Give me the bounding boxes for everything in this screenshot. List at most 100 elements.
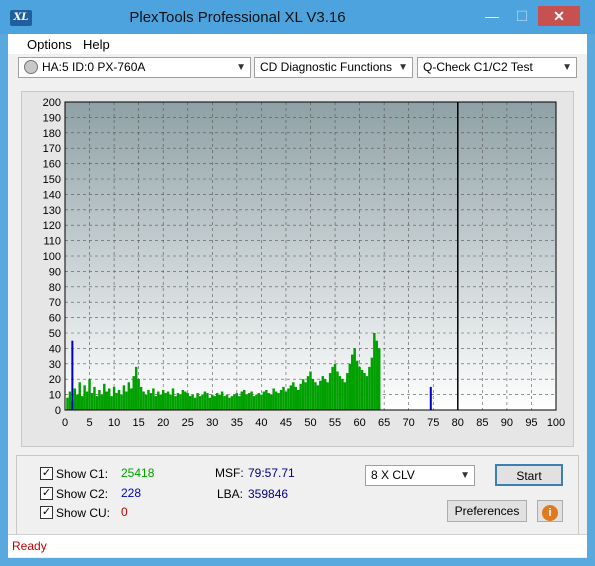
show-c1-checkbox[interactable]: ✓ <box>40 467 53 480</box>
y-tick-label: 170 <box>43 143 61 155</box>
c1-bar <box>262 391 266 410</box>
c1-bar <box>321 376 325 410</box>
preferences-button[interactable]: Preferences <box>447 500 527 522</box>
y-tick-label: 0 <box>55 405 61 417</box>
c1-bar <box>169 394 172 410</box>
x-tick-label: 15 <box>133 417 145 429</box>
status-bar: Ready <box>8 534 587 557</box>
c1-bar <box>355 360 359 410</box>
show-c2-checkbox[interactable]: ✓ <box>40 487 53 500</box>
x-tick-label: 60 <box>353 417 365 429</box>
c1-bar <box>338 376 342 410</box>
drive-select[interactable]: HA:5 ID:0 PX-760A ▼ <box>18 57 251 78</box>
y-tick-label: 120 <box>43 220 61 232</box>
speed-select[interactable]: 8 X CLV ▼ <box>365 465 475 486</box>
c1-count: 25418 <box>121 466 155 480</box>
x-tick-label: 70 <box>403 417 415 429</box>
c1-bar <box>154 396 158 410</box>
lba-label: LBA: <box>217 487 244 501</box>
x-tick-label: 85 <box>476 417 488 429</box>
function-select-value: CD Diagnostic Functions <box>260 60 393 74</box>
c1-bar <box>174 396 177 410</box>
c1-bar <box>306 376 310 410</box>
minimize-button[interactable]: — <box>478 6 506 26</box>
start-button[interactable]: Start <box>495 464 563 486</box>
c1-bar <box>230 396 234 410</box>
c1-bar <box>269 394 273 410</box>
c2-bar <box>429 386 432 410</box>
c1-bar <box>117 389 121 410</box>
c1-bar <box>203 391 207 410</box>
c1-bar <box>181 389 185 410</box>
c1-bar <box>201 394 204 410</box>
c1-bar <box>105 391 108 410</box>
c1-bar <box>284 391 288 410</box>
chevron-down-icon: ▼ <box>460 470 470 481</box>
show-cu-label: Show CU: <box>56 506 111 520</box>
c1-bar <box>83 385 86 410</box>
c1-bar <box>213 396 216 410</box>
title-bar[interactable]: XL PlexTools Professional XL V3.16 — ☐ ✕ <box>0 0 595 34</box>
c1-bar <box>161 389 165 410</box>
c1-bar <box>353 348 356 410</box>
y-tick-label: 10 <box>49 390 61 402</box>
c1-bar <box>225 394 229 410</box>
x-tick-label: 75 <box>427 417 439 429</box>
maximize-button[interactable]: ☐ <box>508 6 536 26</box>
c1-bar <box>233 394 236 410</box>
drive-icon <box>24 60 38 74</box>
c1-bar <box>358 366 361 410</box>
y-tick-label: 140 <box>43 189 61 201</box>
msf-value: 79:57.71 <box>248 466 295 480</box>
c1-bar <box>348 363 352 410</box>
c1-bar <box>220 391 224 410</box>
x-tick-label: 10 <box>108 417 120 429</box>
lba-value: 359846 <box>248 487 289 501</box>
c1-bar <box>122 385 126 410</box>
c1-bar <box>76 394 79 410</box>
window-title: PlexTools Professional XL V3.16 <box>129 9 346 26</box>
show-c1-label: Show C1: <box>56 467 109 481</box>
c1-bar <box>223 396 226 410</box>
c1-bar <box>93 386 96 410</box>
c1-bar <box>252 396 256 410</box>
chevron-down-icon: ▼ <box>398 62 408 73</box>
y-tick-label: 200 <box>43 97 61 109</box>
c1-bar <box>294 386 297 410</box>
menu-options[interactable]: Options <box>27 37 72 52</box>
c1-bar <box>336 371 339 410</box>
y-tick-label: 150 <box>43 174 61 186</box>
c1-bar <box>228 397 231 410</box>
c1-bar <box>215 393 219 410</box>
function-select[interactable]: CD Diagnostic Functions ▼ <box>254 57 413 78</box>
x-tick-label: 50 <box>304 417 316 429</box>
show-cu-checkbox[interactable]: ✓ <box>40 506 53 519</box>
c1-bar <box>257 393 261 410</box>
c1-bar <box>238 396 241 410</box>
menu-help[interactable]: Help <box>83 37 110 52</box>
c1-bar <box>191 394 194 410</box>
c1-bar <box>166 391 170 410</box>
info-icon: i <box>542 505 558 521</box>
c1-bar <box>80 396 84 410</box>
c1-bar <box>107 388 111 410</box>
y-tick-label: 30 <box>49 359 61 371</box>
info-button[interactable]: i <box>537 500 563 522</box>
c1-bar <box>188 396 192 410</box>
close-button[interactable]: ✕ <box>538 6 580 26</box>
y-tick-label: 110 <box>43 236 61 248</box>
test-select[interactable]: Q-Check C1/C2 Test ▼ <box>417 57 577 78</box>
c1-bar <box>125 391 128 410</box>
c1-bar <box>324 379 327 410</box>
y-tick-label: 20 <box>49 374 61 386</box>
c1-bar <box>265 389 268 410</box>
c1-bar <box>66 397 69 410</box>
c1-bar <box>277 393 280 410</box>
y-tick-label: 160 <box>43 159 61 171</box>
c1-bar <box>341 379 344 410</box>
y-tick-label: 130 <box>43 205 61 217</box>
x-tick-label: 100 <box>547 417 565 429</box>
c1-bar <box>360 369 364 410</box>
c1c2-chart: 2001901801701601501401301201101009080706… <box>43 97 566 429</box>
c1-bar <box>90 393 94 410</box>
